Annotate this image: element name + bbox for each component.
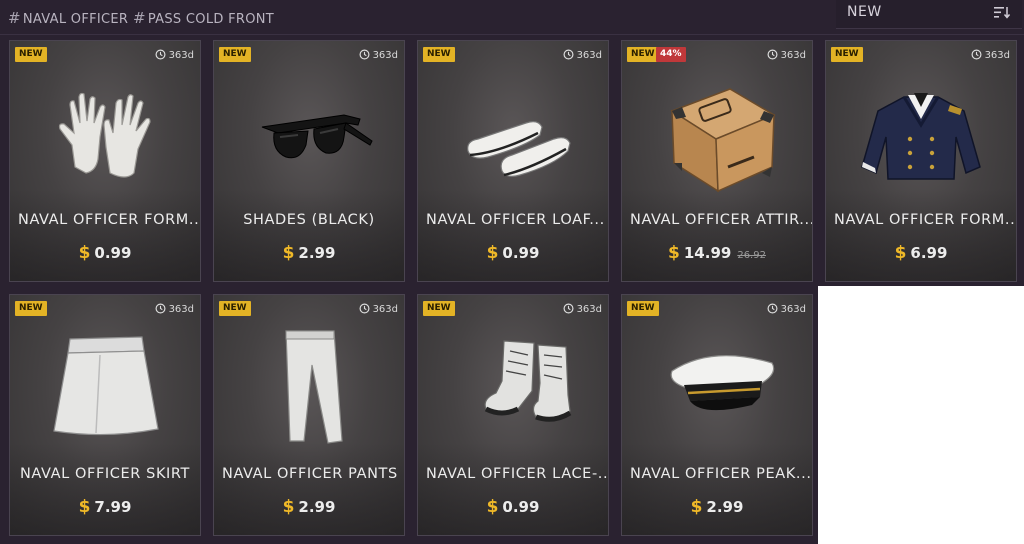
sort-icon[interactable] bbox=[994, 6, 1010, 20]
tag-pass-cold-front[interactable]: # PASS COLD FRONT bbox=[133, 9, 274, 27]
sort-label: NEW bbox=[847, 4, 882, 20]
item-price: $0.99 bbox=[486, 243, 540, 263]
skirt-icon bbox=[53, 336, 159, 436]
boots-icon bbox=[484, 340, 572, 422]
item-image bbox=[10, 321, 200, 461]
item-image bbox=[214, 67, 404, 207]
crate-icon bbox=[670, 88, 776, 193]
item-price: $2.99 bbox=[690, 497, 744, 517]
clock-icon bbox=[767, 49, 778, 60]
new-badge: NEW bbox=[15, 301, 47, 316]
empty-area bbox=[818, 286, 1024, 544]
timer: 363d bbox=[155, 49, 194, 61]
timer: 363d bbox=[767, 49, 806, 61]
new-badge: NEW bbox=[219, 47, 251, 62]
pants-icon bbox=[285, 330, 343, 444]
divider bbox=[0, 34, 1024, 35]
currency-icon: $ bbox=[486, 497, 499, 517]
filter-bar: # NAVAL OFFICER # PASS COLD FRONT NEW bbox=[0, 0, 1024, 36]
new-badge: NEW bbox=[219, 301, 251, 316]
clock-icon bbox=[971, 49, 982, 60]
item-name: NAVAL OFFICER LOAF... bbox=[426, 212, 605, 228]
item-price: $0.99 bbox=[78, 243, 132, 263]
new-badge: NEW bbox=[831, 47, 863, 62]
item-card[interactable]: NEW 363d NAVAL OFFICER LACE-... $0.99 bbox=[417, 294, 609, 536]
currency-icon: $ bbox=[668, 243, 680, 263]
sunglasses-icon bbox=[261, 114, 373, 159]
item-price: $2.99 bbox=[282, 497, 336, 517]
timer: 363d bbox=[563, 49, 602, 61]
clock-icon bbox=[155, 49, 166, 60]
item-name: NAVAL OFFICER FORM... bbox=[18, 212, 201, 228]
timer: 363d bbox=[563, 303, 602, 315]
item-card[interactable]: NEW 363d NAVAL OFFICER FORM... $6.99 bbox=[825, 40, 1017, 282]
item-name: NAVAL OFFICER PEAK... bbox=[630, 466, 812, 482]
item-image bbox=[418, 67, 608, 207]
item-card[interactable]: NEW 363d NAVAL OFFICER PANTS $2.99 bbox=[213, 294, 405, 536]
currency-icon: $ bbox=[282, 243, 295, 263]
currency-icon: $ bbox=[282, 497, 295, 517]
timer: 363d bbox=[359, 303, 398, 315]
item-price: $0.99 bbox=[486, 497, 540, 517]
new-badge: NEW bbox=[627, 47, 659, 62]
item-price: $2.99 bbox=[282, 243, 336, 263]
item-name: SHADES (BLACK) bbox=[243, 212, 375, 228]
peaked-cap-icon bbox=[670, 355, 775, 411]
gloves-icon bbox=[58, 92, 151, 178]
item-price: $6.99 bbox=[894, 243, 948, 263]
new-badge: NEW bbox=[15, 47, 47, 62]
clock-icon bbox=[563, 303, 574, 314]
item-card[interactable]: NEW 363d NAVAL OFFICER FORM... $0.99 bbox=[9, 40, 201, 282]
new-badge: NEW bbox=[627, 301, 659, 316]
tag-naval-officer[interactable]: # NAVAL OFFICER bbox=[8, 9, 128, 27]
item-name: NAVAL OFFICER PANTS bbox=[222, 466, 398, 482]
sort-dropdown[interactable]: NEW bbox=[836, 0, 1022, 29]
currency-icon: $ bbox=[78, 243, 91, 263]
timer: 363d bbox=[359, 49, 398, 61]
item-price: $7.99 bbox=[78, 497, 132, 517]
item-name: NAVAL OFFICER ATTIR... bbox=[630, 212, 813, 228]
timer: 363d bbox=[767, 303, 806, 315]
new-badge: NEW bbox=[423, 47, 455, 62]
item-card[interactable]: NEW 363d NAVAL OFFICER LOAF... $0.99 bbox=[417, 40, 609, 282]
item-card[interactable]: NEW 363d NAVAL OFFICER PEAK... $2.99 bbox=[621, 294, 813, 536]
item-name: NAVAL OFFICER SKIRT bbox=[19, 466, 191, 482]
currency-icon: $ bbox=[690, 497, 703, 517]
item-image bbox=[826, 67, 1016, 207]
item-card[interactable]: NEW 44% 363d NAVAL OFFICER ATTIR... $14.… bbox=[621, 40, 813, 282]
timer: 363d bbox=[971, 49, 1010, 61]
timer: 363d bbox=[155, 303, 194, 315]
item-image bbox=[214, 321, 404, 461]
clock-icon bbox=[767, 303, 778, 314]
jacket-icon bbox=[861, 93, 981, 180]
discount-badge: 44% bbox=[656, 47, 686, 62]
clock-icon bbox=[359, 49, 370, 60]
clock-icon bbox=[359, 303, 370, 314]
currency-icon: $ bbox=[78, 497, 91, 517]
clock-icon bbox=[563, 49, 574, 60]
currency-icon: $ bbox=[894, 243, 907, 263]
item-name: NAVAL OFFICER FORM... bbox=[834, 212, 1017, 228]
item-price: $14.99 26.92 bbox=[668, 243, 766, 263]
currency-icon: $ bbox=[486, 243, 499, 263]
item-card[interactable]: NEW 363d SHADES (BLACK) $2.99 bbox=[213, 40, 405, 282]
item-image bbox=[10, 67, 200, 207]
clock-icon bbox=[155, 303, 166, 314]
new-badge: NEW bbox=[423, 301, 455, 316]
item-image bbox=[418, 321, 608, 461]
item-card[interactable]: NEW 363d NAVAL OFFICER SKIRT $7.99 bbox=[9, 294, 201, 536]
item-image bbox=[622, 67, 812, 207]
original-price: 26.92 bbox=[737, 250, 766, 261]
item-name: NAVAL OFFICER LACE-... bbox=[426, 466, 609, 482]
loafers-icon bbox=[467, 121, 571, 177]
item-image bbox=[622, 321, 812, 461]
